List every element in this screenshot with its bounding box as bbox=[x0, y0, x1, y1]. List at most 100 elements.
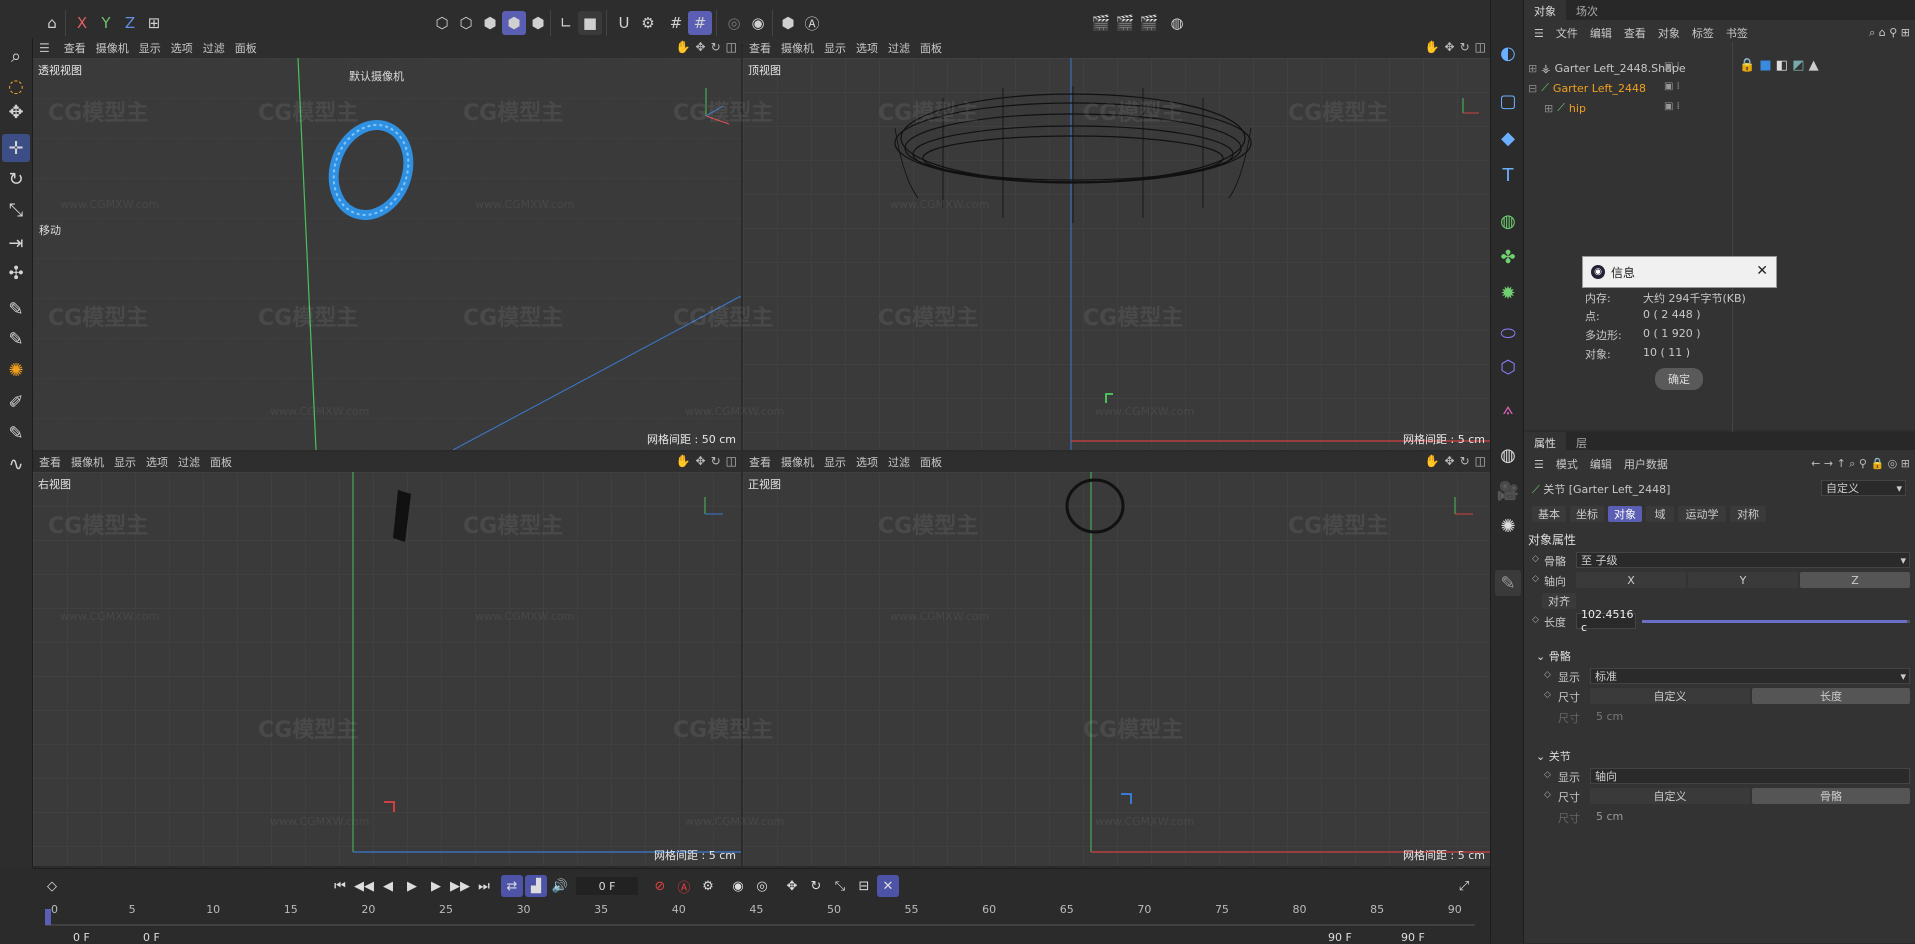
axis-x-button[interactable]: X bbox=[1576, 572, 1686, 588]
axis-y-button[interactable]: Y bbox=[1688, 572, 1798, 588]
spline-pen-icon[interactable]: ✎ bbox=[2, 295, 30, 323]
object-flags[interactable]: ▣ ⁞ bbox=[1664, 101, 1680, 112]
transform-tool-icon[interactable]: ⇥ bbox=[2, 229, 30, 257]
rotate-tool-icon[interactable]: ↻ bbox=[2, 165, 30, 193]
keyframe-icon[interactable]: ◇ bbox=[41, 875, 63, 897]
selection-options-icon[interactable]: ✥ bbox=[2, 98, 30, 126]
sketch-icon[interactable]: ✎ bbox=[1495, 570, 1521, 596]
maximize-icon[interactable]: ◫ bbox=[1475, 40, 1486, 54]
rotate-view-icon[interactable]: ↻ bbox=[711, 40, 721, 54]
anim-diamond-icon[interactable]: ◇ bbox=[1532, 615, 1539, 625]
text-icon[interactable]: T bbox=[1495, 162, 1521, 188]
magnet-icon[interactable]: U bbox=[612, 11, 636, 35]
deformer-icon[interactable]: ⬭ bbox=[1495, 320, 1521, 346]
joint-icon[interactable]: ⟑ bbox=[1495, 395, 1521, 421]
pan-icon[interactable]: ✋ bbox=[1425, 454, 1440, 468]
menu-camera[interactable]: 摄像机 bbox=[781, 40, 814, 56]
pan-icon[interactable]: ✋ bbox=[676, 40, 691, 54]
next-frame-icon[interactable]: ▶ bbox=[425, 875, 447, 897]
position-key-icon[interactable]: ✥ bbox=[781, 875, 803, 897]
render-settings-icon[interactable]: 🎬 bbox=[1137, 11, 1161, 35]
menu-filter[interactable]: 过滤 bbox=[178, 454, 200, 470]
anim-diamond-icon[interactable]: ◇ bbox=[1532, 574, 1539, 584]
tab-objects[interactable]: 对象 bbox=[1524, 0, 1566, 20]
joint-size-custom-button[interactable]: 自定义 bbox=[1590, 788, 1750, 804]
snap-enable-icon[interactable]: # bbox=[688, 11, 712, 35]
live-selection-icon[interactable]: ◌ bbox=[2, 72, 30, 100]
anim-diamond-icon[interactable]: ◇ bbox=[1544, 670, 1551, 680]
anim-diamond-icon[interactable]: ◇ bbox=[1544, 690, 1551, 700]
locked-workplane-icon[interactable]: ■ bbox=[578, 11, 602, 35]
size-length-button[interactable]: 长度 bbox=[1752, 688, 1910, 704]
hamburger-icon[interactable]: ☰ bbox=[1534, 458, 1544, 471]
anim-diamond-icon[interactable]: ◇ bbox=[1544, 790, 1551, 800]
soft-selection-icon[interactable]: ◎ bbox=[722, 11, 746, 35]
menu-edit[interactable]: 编辑 bbox=[1590, 456, 1612, 472]
cloner-icon[interactable]: ✤ bbox=[1495, 244, 1521, 270]
preview-start-field[interactable]: 0 F bbox=[143, 931, 160, 944]
menu-panel[interactable]: 面板 bbox=[920, 454, 942, 470]
keyframe-selection-icon[interactable]: ◉ bbox=[727, 875, 749, 897]
uv-mode-icon[interactable]: ⬢ bbox=[526, 11, 550, 35]
autokey-icon[interactable]: Ⓐ bbox=[673, 875, 695, 897]
generator-icon[interactable]: ◍ bbox=[1495, 208, 1521, 234]
bone-dropdown[interactable]: 至 子级 ▾ bbox=[1576, 552, 1910, 568]
object-row[interactable]: ⊞ ⟋ hip bbox=[1544, 99, 1586, 117]
prev-frame-icon[interactable]: ◀ bbox=[377, 875, 399, 897]
preview-end-field[interactable]: 90 F bbox=[1328, 931, 1352, 944]
bones-group-header[interactable]: ⌄ 骨骼 bbox=[1536, 648, 1571, 664]
grid-snap-icon[interactable]: # bbox=[664, 11, 688, 35]
modeling-axis-icon[interactable]: ⬢ bbox=[776, 11, 800, 35]
menu-user-data[interactable]: 用户数据 bbox=[1624, 456, 1668, 472]
go-to-end-icon[interactable]: ⏭ bbox=[473, 875, 495, 897]
start-frame-field[interactable]: 0 F bbox=[73, 931, 90, 944]
object-row[interactable]: ⊞ ⚶ Garter Left_2448.Shape bbox=[1528, 59, 1686, 77]
current-frame-field[interactable]: 0 F bbox=[576, 877, 638, 895]
menu-view[interactable]: 查看 bbox=[64, 40, 86, 56]
spline-tool-icon[interactable]: ∿ bbox=[2, 450, 30, 478]
menu-panel[interactable]: 面板 bbox=[210, 454, 232, 470]
environment-icon[interactable]: ◍ bbox=[1495, 442, 1521, 468]
display-dropdown[interactable]: 标准 ▾ bbox=[1590, 668, 1910, 684]
menu-object[interactable]: 对象 bbox=[1658, 25, 1680, 41]
menu-display[interactable]: 显示 bbox=[114, 454, 136, 470]
joint-display-dropdown[interactable]: 轴向 bbox=[1590, 768, 1910, 784]
points-mode-icon[interactable]: ⬡ bbox=[430, 11, 454, 35]
menu-panel[interactable]: 面板 bbox=[920, 40, 942, 56]
menu-view[interactable]: 查看 bbox=[1624, 25, 1646, 41]
preset-dropdown[interactable]: 自定义 ▾ bbox=[1821, 480, 1906, 496]
rotation-key-icon[interactable]: ↻ bbox=[805, 875, 827, 897]
menu-tags[interactable]: 标签 bbox=[1692, 25, 1714, 41]
tab-field[interactable]: 域 bbox=[1646, 506, 1674, 522]
length-field[interactable]: 102.4516 c bbox=[1576, 608, 1636, 634]
search-icon[interactable]: ⌕ ⌂ ⚲ ⊞ bbox=[1869, 26, 1910, 40]
pan-icon[interactable]: ✋ bbox=[1425, 40, 1440, 54]
pan-icon[interactable]: ✋ bbox=[676, 454, 691, 468]
menu-panel[interactable]: 面板 bbox=[235, 40, 257, 56]
prev-key-icon[interactable]: ◀◀ bbox=[353, 875, 375, 897]
menu-camera[interactable]: 摄像机 bbox=[71, 454, 104, 470]
key-settings-icon[interactable]: ⚙ bbox=[697, 875, 719, 897]
menu-bookmarks[interactable]: 书签 bbox=[1726, 25, 1748, 41]
materials-icon[interactable]: ✺ bbox=[2, 356, 30, 384]
interactive-render-icon[interactable]: ◍ bbox=[1165, 11, 1189, 35]
menu-view[interactable]: 查看 bbox=[39, 454, 61, 470]
anim-diamond-icon[interactable]: ◇ bbox=[1532, 554, 1539, 564]
move-tool-icon[interactable]: ✛ bbox=[2, 134, 30, 162]
record-icon[interactable]: ⊘ bbox=[649, 875, 671, 897]
menu-mode[interactable]: 模式 bbox=[1556, 456, 1578, 472]
loop-icon[interactable]: ⇄ bbox=[501, 875, 523, 897]
anim-diamond-icon[interactable]: ◇ bbox=[1544, 770, 1551, 780]
length-slider[interactable] bbox=[1642, 620, 1910, 623]
object-row[interactable]: ⊟ ⟋ Garter Left_2448 bbox=[1528, 79, 1646, 97]
rotate-view-icon[interactable]: ↻ bbox=[1460, 454, 1470, 468]
tab-coord[interactable]: 坐标 bbox=[1570, 506, 1604, 522]
tab-kinematics[interactable]: 运动学 bbox=[1678, 506, 1726, 522]
menu-display[interactable]: 显示 bbox=[824, 454, 846, 470]
snap-settings-icon[interactable]: ⚙ bbox=[636, 11, 660, 35]
workplane-icon[interactable]: ∟ bbox=[554, 11, 578, 35]
field-icon[interactable]: ✹ bbox=[1495, 280, 1521, 306]
go-to-start-icon[interactable]: ⏮ bbox=[329, 875, 351, 897]
scale-key-icon[interactable]: ⤡ bbox=[829, 875, 851, 897]
menu-edit[interactable]: 编辑 bbox=[1590, 25, 1612, 41]
